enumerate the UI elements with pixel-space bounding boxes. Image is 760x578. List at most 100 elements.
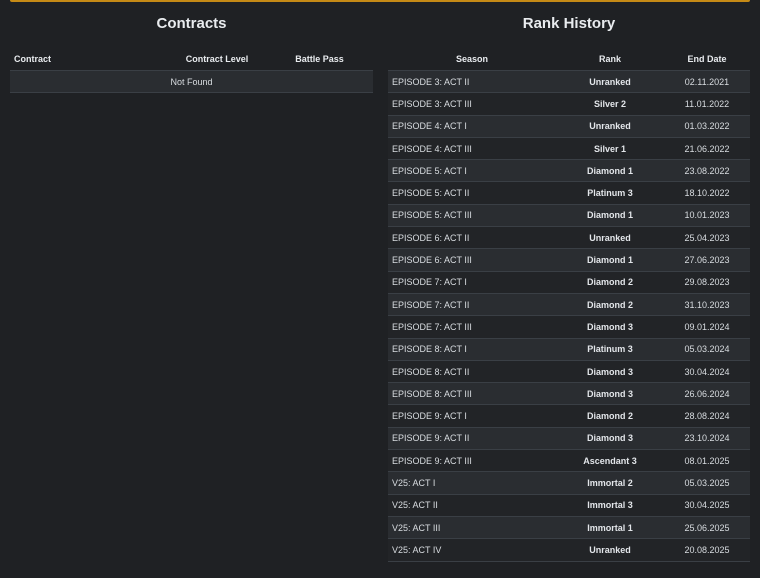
contracts-panel: Contracts Contract Contract Level Battle… — [10, 12, 373, 93]
empty-message: Not Found — [10, 70, 373, 93]
end-date-cell: 05.03.2024 — [664, 338, 750, 361]
season-cell: EPISODE 8: ACT I — [388, 338, 556, 361]
rank-cell: Silver 2 — [556, 92, 664, 116]
table-row: EPISODE 8: ACT II Diamond 3 30.04.2024 — [388, 360, 750, 384]
table-row: EPISODE 9: ACT III Ascendant 3 08.01.2025 — [388, 449, 750, 473]
contracts-empty-row: Not Found — [10, 70, 373, 93]
season-cell: EPISODE 3: ACT III — [388, 92, 556, 116]
season-cell: EPISODE 8: ACT III — [388, 382, 556, 406]
end-date-cell: 26.06.2024 — [664, 382, 750, 406]
season-cell: EPISODE 9: ACT II — [388, 427, 556, 451]
rank-history-title: Rank History — [522, 15, 616, 32]
end-date-cell: 28.08.2024 — [664, 404, 750, 428]
end-date-cell: 31.10.2023 — [664, 293, 750, 317]
rank-cell: Unranked — [556, 70, 664, 94]
rank-history-table: Season Rank End Date EPISODE 3: ACT II Un… — [388, 47, 750, 562]
end-date-cell: 01.03.2022 — [664, 115, 750, 138]
end-date-cell: 23.08.2022 — [664, 159, 750, 183]
season-cell: EPISODE 4: ACT III — [388, 137, 556, 161]
end-date-cell: 09.01.2024 — [664, 315, 750, 339]
season-cell: EPISODE 9: ACT III — [388, 449, 556, 473]
rank-history-body: EPISODE 3: ACT II Unranked 02.11.2021 EPISO… — [388, 70, 750, 562]
table-row: EPISODE 6: ACT III Diamond 1 27.06.2023 — [388, 248, 750, 272]
table-row: EPISODE 4: ACT I Unranked 01.03.2022 — [388, 115, 750, 138]
end-date-cell: 25.04.2023 — [664, 226, 750, 250]
rank-cell: Ascendant 3 — [556, 449, 664, 473]
end-date-cell: 20.08.2025 — [664, 538, 750, 562]
rank-cell: Immortal 2 — [556, 471, 664, 495]
table-row: EPISODE 3: ACT III Silver 2 11.01.2022 — [388, 92, 750, 116]
end-date-cell: 25.06.2025 — [664, 516, 750, 540]
end-date-cell: 23.10.2024 — [664, 427, 750, 451]
rank-cell: Platinum 3 — [556, 338, 664, 361]
table-row: EPISODE 7: ACT III Diamond 3 09.01.2024 — [388, 315, 750, 339]
end-date-cell: 30.04.2025 — [664, 494, 750, 517]
rank-cell: Unranked — [556, 226, 664, 250]
column-header-contract-level: Contract Level — [168, 47, 266, 71]
rank-cell: Diamond 3 — [556, 360, 664, 384]
season-cell: V25: ACT IV — [388, 538, 556, 562]
column-header-end-date: End Date — [664, 47, 750, 71]
season-cell: EPISODE 4: ACT I — [388, 115, 556, 138]
rank-cell: Immortal 3 — [556, 494, 664, 517]
rank-cell: Diamond 3 — [556, 382, 664, 406]
end-date-cell: 27.06.2023 — [664, 248, 750, 272]
season-cell: EPISODE 8: ACT II — [388, 360, 556, 384]
table-row: EPISODE 9: ACT I Diamond 2 28.08.2024 — [388, 404, 750, 428]
table-row: V25: ACT II Immortal 3 30.04.2025 — [388, 494, 750, 517]
contracts-table: Contract Contract Level Battle Pass Not … — [10, 47, 373, 93]
season-cell: V25: ACT III — [388, 516, 556, 540]
rank-cell: Diamond 2 — [556, 271, 664, 294]
table-row: EPISODE 7: ACT I Diamond 2 29.08.2023 — [388, 271, 750, 294]
season-cell: EPISODE 5: ACT III — [388, 204, 556, 228]
rank-cell: Diamond 1 — [556, 204, 664, 228]
table-row: EPISODE 5: ACT I Diamond 1 23.08.2022 — [388, 159, 750, 183]
rank-cell: Unranked — [556, 538, 664, 562]
end-date-cell: 11.01.2022 — [664, 92, 750, 116]
rank-cell: Diamond 2 — [556, 404, 664, 428]
table-row: EPISODE 9: ACT II Diamond 3 23.10.2024 — [388, 427, 750, 451]
rank-cell: Diamond 2 — [556, 293, 664, 317]
table-row: V25: ACT IV Unranked 20.08.2025 — [388, 538, 750, 562]
column-header-battle-pass: Battle Pass — [266, 47, 373, 71]
top-accent-bar — [10, 0, 750, 2]
end-date-cell: 05.03.2025 — [664, 471, 750, 495]
season-cell: EPISODE 6: ACT II — [388, 226, 556, 250]
contracts-header-row: Contract Contract Level Battle Pass — [10, 47, 373, 71]
rank-cell: Diamond 3 — [556, 427, 664, 451]
rank-history-panel: Rank History Season Rank End Date EPISOD… — [388, 12, 750, 562]
season-cell: EPISODE 3: ACT II — [388, 70, 556, 94]
end-date-cell: 10.01.2023 — [664, 204, 750, 228]
rank-cell: Immortal 1 — [556, 516, 664, 540]
season-cell: EPISODE 7: ACT I — [388, 271, 556, 294]
season-cell: EPISODE 5: ACT I — [388, 159, 556, 183]
rank-cell: Diamond 3 — [556, 315, 664, 339]
rank-cell: Diamond 1 — [556, 248, 664, 272]
season-cell: EPISODE 7: ACT II — [388, 293, 556, 317]
season-cell: V25: ACT II — [388, 494, 556, 517]
rank-cell: Unranked — [556, 115, 664, 138]
end-date-cell: 21.06.2022 — [664, 137, 750, 161]
rank-history-header-row: Season Rank End Date — [388, 47, 750, 71]
season-cell: V25: ACT I — [388, 471, 556, 495]
end-date-cell: 29.08.2023 — [664, 271, 750, 294]
season-cell: EPISODE 6: ACT III — [388, 248, 556, 272]
table-row: EPISODE 5: ACT II Platinum 3 18.10.2022 — [388, 181, 750, 205]
end-date-cell: 08.01.2025 — [664, 449, 750, 473]
table-row: V25: ACT I Immortal 2 05.03.2025 — [388, 471, 750, 495]
column-header-season: Season — [388, 47, 556, 71]
table-row: EPISODE 8: ACT I Platinum 3 05.03.2024 — [388, 338, 750, 361]
table-row: EPISODE 3: ACT II Unranked 02.11.2021 — [388, 70, 750, 94]
table-row: EPISODE 8: ACT III Diamond 3 26.06.2024 — [388, 382, 750, 406]
column-header-contract: Contract — [10, 47, 168, 71]
rank-cell: Platinum 3 — [556, 181, 664, 205]
table-row: EPISODE 6: ACT II Unranked 25.04.2023 — [388, 226, 750, 250]
end-date-cell: 02.11.2021 — [664, 70, 750, 94]
table-row: V25: ACT III Immortal 1 25.06.2025 — [388, 516, 750, 540]
end-date-cell: 30.04.2024 — [664, 360, 750, 384]
rank-cell: Silver 1 — [556, 137, 664, 161]
table-row: EPISODE 5: ACT III Diamond 1 10.01.2023 — [388, 204, 750, 228]
column-header-rank: Rank — [556, 47, 664, 71]
table-row: EPISODE 7: ACT II Diamond 2 31.10.2023 — [388, 293, 750, 317]
table-row: EPISODE 4: ACT III Silver 1 21.06.2022 — [388, 137, 750, 161]
